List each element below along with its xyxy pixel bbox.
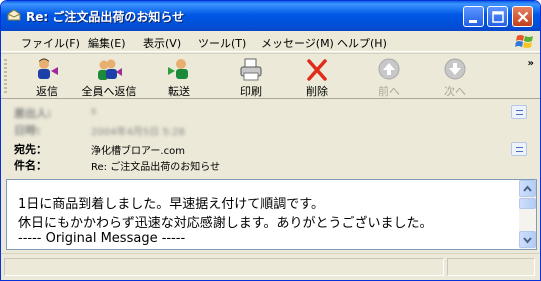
vertical-scrollbar[interactable] xyxy=(519,180,536,249)
menu-bar: ファイル(F) 編集(E) 表示(V) ツール(T) メッセージ(M) ヘルプ(… xyxy=(1,31,540,52)
menu-file[interactable]: ファイル(F) xyxy=(21,35,80,51)
from-label: 差出人: xyxy=(14,107,52,120)
message-header: 差出人: s 日時: 2004年4月5日 5:28 宛先： 浄化槽ブロアー.co… xyxy=(4,100,537,178)
minimize-button[interactable] xyxy=(463,6,484,27)
title-bar[interactable]: Re: ご注文品出荷のお知らせ xyxy=(1,1,540,31)
delete-x-icon xyxy=(307,59,327,81)
scroll-up-button[interactable] xyxy=(519,180,536,197)
printer-icon xyxy=(240,58,262,81)
toolbar-overflow-chevron[interactable]: » xyxy=(528,58,534,69)
maximize-icon xyxy=(492,11,504,23)
close-icon xyxy=(517,11,529,23)
to-value: 浄化槽ブロアー.com xyxy=(91,146,185,157)
scroll-up-icon xyxy=(523,185,532,192)
reply-all-icon xyxy=(98,59,122,80)
menu-edit[interactable]: 編集(E) xyxy=(88,35,126,51)
forward-icon xyxy=(168,59,188,79)
body-line-3: ----- Original Message ----- xyxy=(18,231,186,246)
reply-button[interactable]: 返信 xyxy=(19,54,75,100)
email-window: Re: ご注文品出荷のお知らせ ファイル(F) 編集(E) 表示(V) ツール(… xyxy=(0,0,541,281)
date-label: 日時: xyxy=(14,124,41,137)
scroll-thumb[interactable] xyxy=(519,198,536,209)
menu-view[interactable]: 表示(V) xyxy=(143,35,181,51)
subject-label: 件名： xyxy=(14,159,47,172)
expand-from-button[interactable] xyxy=(511,105,527,119)
reply-all-button[interactable]: 全員へ返信 xyxy=(81,54,137,100)
menu-tools[interactable]: ツール(T) xyxy=(198,35,246,51)
scroll-down-button[interactable] xyxy=(519,231,536,248)
toolbar: 返信 全員へ返信 転送 印刷 削除 前へ 次へ » xyxy=(1,53,540,99)
mail-icon xyxy=(7,9,21,21)
print-button[interactable]: 印刷 xyxy=(223,54,279,100)
window-title: Re: ご注文品出荷のお知らせ xyxy=(26,10,185,24)
close-button[interactable] xyxy=(512,6,533,27)
next-button[interactable]: 次へ xyxy=(427,54,483,100)
menu-help[interactable]: ヘルプ(H) xyxy=(337,35,387,51)
up-arrow-icon xyxy=(378,58,400,80)
from-value: s xyxy=(91,106,97,117)
down-arrow-icon xyxy=(444,58,466,80)
subject-value: Re: ご注文品出荷のお知らせ xyxy=(91,162,220,173)
status-pane-main xyxy=(4,258,444,276)
to-label: 宛先： xyxy=(14,143,47,156)
date-value: 2004年4月5日 5:28 xyxy=(91,127,185,138)
menu-message[interactable]: メッセージ(M) xyxy=(261,35,334,51)
message-body[interactable]: 1日に商品到着しました。早速据え付けて順調です。 休日にもかかわらず迅速な対応感… xyxy=(6,179,537,250)
maximize-button[interactable] xyxy=(487,6,508,27)
minimize-icon xyxy=(469,20,477,23)
expand-to-button[interactable] xyxy=(511,142,527,156)
body-line-2: 休日にもかかわらず迅速な対応感謝します。ありがとうございました。 xyxy=(18,216,433,231)
delete-button[interactable]: 削除 xyxy=(289,54,345,100)
previous-button[interactable]: 前へ xyxy=(361,54,417,100)
windows-logo-icon xyxy=(515,35,533,48)
body-line-1: 1日に商品到着しました。早速据え付けて順調です。 xyxy=(18,197,324,212)
status-pane-secondary xyxy=(447,258,535,276)
status-bar xyxy=(1,253,540,280)
scroll-down-icon xyxy=(523,237,532,244)
forward-button[interactable]: 転送 xyxy=(151,54,207,100)
reply-icon xyxy=(38,58,58,79)
toolbar-grip[interactable] xyxy=(4,59,7,95)
